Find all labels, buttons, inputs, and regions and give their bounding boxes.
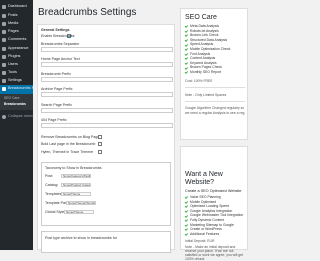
page-title: Breadcrumbs Settings: [38, 7, 137, 18]
collapse-menu-button[interactable]: Collapse menu: [0, 113, 33, 122]
theme-trimmer-checkbox[interactable]: [98, 150, 102, 154]
home-anchor-label: Home Page Anchor Text: [41, 57, 80, 61]
error-prefix-label: 404 Page Prefix: [41, 118, 67, 122]
cost-text: Cost: 100% FREE: [185, 79, 213, 83]
user-icon: [2, 63, 6, 67]
algorithm-note: Google Algorithm Changed regularly so: [185, 106, 245, 110]
seo-care-panel: SEO Care Meta Data Analysis Robots.txt A…: [180, 8, 248, 140]
tax-row-label: Catalog:: [45, 183, 59, 187]
algorithm-note-2: we need a regular Analysis to see a reg.: [185, 111, 246, 115]
pin-icon: [2, 14, 6, 18]
seo-care-title: SEO Care: [185, 14, 217, 21]
sidebar-item-breadcrumbs-seo[interactable]: Breadcrumbs SEO: [0, 85, 40, 94]
settings-form: General Settings Enable Breadcrumbs Brea…: [37, 24, 175, 253]
refund-note: Note - Make an initial deposit and reser…: [185, 245, 244, 261]
new-website-title-1: Want a New: [185, 171, 223, 178]
dashboard-icon: [2, 5, 6, 9]
theme-trimmer-label: Hyfen, Theme# in Trace Trimmer: [41, 150, 94, 154]
sidebar-submenu: SEO Care Breadcrumbs: [0, 94, 33, 110]
list-item: Additional Features: [185, 232, 243, 237]
tax-row-label: Post:: [45, 174, 54, 178]
divider: [185, 87, 245, 88]
sidebar-item-dashboard[interactable]: Dashboard: [0, 3, 33, 12]
admin-sidebar: Dashboard Posts Media Pages Comments App…: [0, 0, 40, 250]
tax-row-select[interactable]: None|Category|Tag|Form: [61, 174, 91, 178]
plugin-icon: [2, 55, 6, 59]
comment-icon: [2, 38, 6, 42]
remove-blog-checkbox[interactable]: [98, 135, 102, 139]
tax-row-select[interactable]: None|Theme: [64, 210, 94, 214]
tax-row-select[interactable]: None|Theme|Template Part|Area: [66, 201, 96, 205]
prefix-label: Breadcrumb Prefix: [41, 72, 71, 76]
separator-label: Breadcrumbs Separator: [41, 42, 80, 46]
submenu-item-breadcrumbs[interactable]: Breadcrumbs: [0, 102, 33, 108]
error-prefix-input[interactable]: [41, 123, 173, 128]
general-settings-heading: General Settings: [41, 28, 70, 32]
prefix-input[interactable]: [41, 77, 173, 82]
home-anchor-input[interactable]: [41, 62, 173, 67]
price-text: Initial Deposit: EUR: [185, 239, 215, 243]
limited-note: Note - Only Limited Spaces: [185, 93, 227, 97]
settings-icon: [2, 79, 6, 83]
breadcrumbs-icon: [2, 87, 6, 91]
tax-row-select[interactable]: None|Theme: [61, 192, 91, 196]
wrench-icon: [2, 71, 6, 75]
new-website-panel: Want a New Website? Create a SEO Optimiz…: [180, 146, 248, 261]
search-prefix-label: Search Page Prefix: [41, 103, 72, 107]
tax-row-select[interactable]: None|Product Category: [61, 183, 91, 187]
collapse-icon: [2, 115, 6, 119]
new-website-title-2: Website?: [185, 179, 215, 186]
website-features-list: Value SEO Planning Mobile Optimised Opti…: [185, 195, 243, 236]
divider: [185, 101, 245, 102]
seo-care-list: Meta Data Analysis Robots.txt Analysis B…: [185, 24, 230, 75]
taxonomy-box: Taxonomy to Show in Breadcrumbs Post: No…: [41, 162, 171, 226]
brush-icon: [2, 47, 6, 51]
remove-blog-label: Remove Breadcrumbs on Blog Page: [41, 135, 100, 139]
sidebar-item-comments[interactable]: Comments: [0, 36, 33, 45]
bold-last-checkbox[interactable]: [98, 142, 102, 146]
archive-prefix-label: Archive Page Prefix: [41, 87, 73, 91]
taxonomy-title: Taxonomy to Show in Breadcrumbs: [45, 166, 102, 170]
tax-row-label: Templates:: [45, 192, 63, 196]
search-prefix-input[interactable]: [41, 108, 173, 113]
separator-input[interactable]: [41, 47, 173, 52]
media-icon: [2, 22, 6, 26]
bold-last-label: Bold Last page in the Breadcrumb: [41, 142, 96, 146]
page-icon: [2, 30, 6, 34]
archive-prefix-input[interactable]: [41, 92, 173, 97]
new-website-subtitle: Create a SEO Optimized Website: [185, 189, 242, 193]
enable-breadcrumbs-label: Enable Breadcrumbs: [41, 34, 75, 38]
post-type-title: Post type archive to show in breadcrumbs…: [45, 236, 117, 240]
list-item: Monthly SEO Report: [185, 70, 230, 75]
